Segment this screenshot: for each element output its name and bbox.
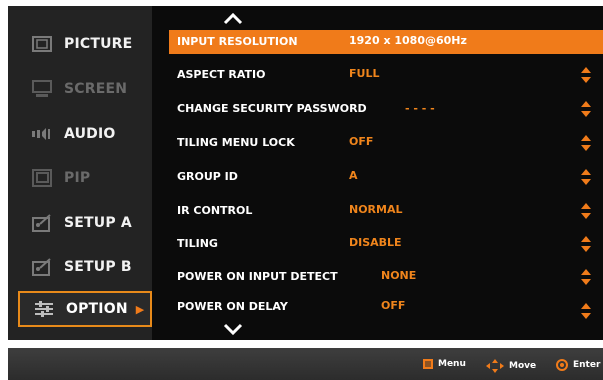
sidebar-item-label: SCREEN	[64, 81, 128, 97]
sidebar-item-audio[interactable]: AUDIO	[18, 117, 152, 151]
row-value: 1920 x 1080@60Hz	[349, 34, 467, 47]
up-down-adjust-icon[interactable]	[580, 202, 592, 220]
sidebar-item-setup-a[interactable]: SETUP A	[18, 206, 152, 240]
sidebar-item-label: OPTION	[66, 301, 128, 317]
up-down-adjust-icon[interactable]	[580, 268, 592, 286]
menu-row-input-resolution[interactable]: INPUT RESOLUTION 1920 x 1080@60Hz	[169, 30, 603, 54]
row-label: POWER ON INPUT DETECT	[177, 270, 338, 283]
row-label: GROUP ID	[177, 170, 238, 183]
up-down-adjust-icon[interactable]	[580, 235, 592, 253]
button-hint-bar: Menu Move Enter	[8, 348, 603, 380]
sidebar-item-picture[interactable]: PICTURE	[18, 27, 152, 61]
up-down-adjust-icon[interactable]	[580, 302, 592, 320]
menu-row-group-id[interactable]: GROUP ID A	[169, 165, 603, 189]
pip-icon	[30, 168, 54, 188]
move-hint: Move	[486, 359, 536, 373]
move-arrows-icon	[486, 359, 504, 373]
sidebar-item-label: SETUP A	[64, 215, 132, 231]
scroll-up-icon[interactable]	[222, 12, 244, 26]
sidebar-item-label: AUDIO	[64, 126, 116, 142]
menu-row-power-on-delay[interactable]: POWER ON DELAY OFF	[169, 295, 603, 319]
row-label: INPUT RESOLUTION	[177, 35, 298, 48]
enter-button-icon	[556, 359, 568, 371]
setup-icon	[30, 213, 54, 233]
move-hint-label: Move	[509, 361, 537, 371]
row-label: POWER ON DELAY	[177, 300, 288, 313]
menu-hint: Menu	[423, 359, 466, 369]
sidebar-item-label: SETUP B	[64, 259, 132, 275]
menu-row-tiling-menu-lock[interactable]: TILING MENU LOCK OFF	[169, 131, 603, 155]
sidebar-item-label: PIP	[64, 170, 91, 186]
scroll-down-icon[interactable]	[222, 322, 244, 336]
row-label: ASPECT RATIO	[177, 68, 266, 81]
audio-icon	[30, 124, 54, 144]
option-sliders-icon	[32, 299, 56, 319]
arrow-right-icon: ▶	[135, 302, 145, 316]
sidebar-item-pip[interactable]: PIP	[18, 161, 152, 195]
row-value: FULL	[349, 67, 380, 80]
row-value: A	[349, 169, 358, 182]
row-value: OFF	[349, 135, 374, 148]
up-down-adjust-icon[interactable]	[580, 100, 592, 118]
row-value: - - - -	[405, 102, 435, 115]
menu-row-power-on-input-detect[interactable]: POWER ON INPUT DETECT NONE	[169, 265, 603, 289]
row-value: NONE	[381, 269, 417, 282]
menu-hint-label: Menu	[438, 359, 466, 369]
setup-icon	[30, 257, 54, 277]
enter-hint: Enter	[556, 359, 600, 371]
settings-panel: INPUT RESOLUTION 1920 x 1080@60Hz ASPECT…	[152, 6, 603, 340]
row-label: TILING MENU LOCK	[177, 136, 295, 149]
menu-row-ir-control[interactable]: IR CONTROL NORMAL	[169, 199, 603, 223]
row-label: CHANGE SECURITY PASSWORD	[177, 102, 367, 115]
up-down-adjust-icon[interactable]	[580, 134, 592, 152]
enter-hint-label: Enter	[573, 360, 601, 370]
row-value: DISABLE	[349, 236, 402, 249]
menu-row-change-security-password[interactable]: CHANGE SECURITY PASSWORD - - - -	[169, 97, 603, 121]
screen-icon	[30, 79, 54, 99]
up-down-adjust-icon[interactable]	[580, 168, 592, 186]
menu-row-aspect-ratio[interactable]: ASPECT RATIO FULL	[169, 63, 603, 87]
up-down-adjust-icon[interactable]	[580, 66, 592, 84]
sidebar-item-option[interactable]: OPTION ▶	[18, 291, 152, 327]
picture-icon	[30, 34, 54, 54]
sidebar-item-label: PICTURE	[64, 36, 133, 52]
row-value: NORMAL	[349, 203, 403, 216]
row-value: OFF	[381, 299, 406, 312]
sidebar-item-screen[interactable]: SCREEN	[18, 72, 152, 106]
row-label: IR CONTROL	[177, 204, 253, 217]
menu-button-icon	[423, 359, 433, 369]
row-label: TILING	[177, 237, 218, 250]
sidebar: PICTURE SCREEN AUDIO PIP SETUP A SETUP B	[8, 6, 152, 340]
sidebar-item-setup-b[interactable]: SETUP B	[18, 250, 152, 284]
menu-row-tiling[interactable]: TILING DISABLE	[169, 232, 603, 256]
